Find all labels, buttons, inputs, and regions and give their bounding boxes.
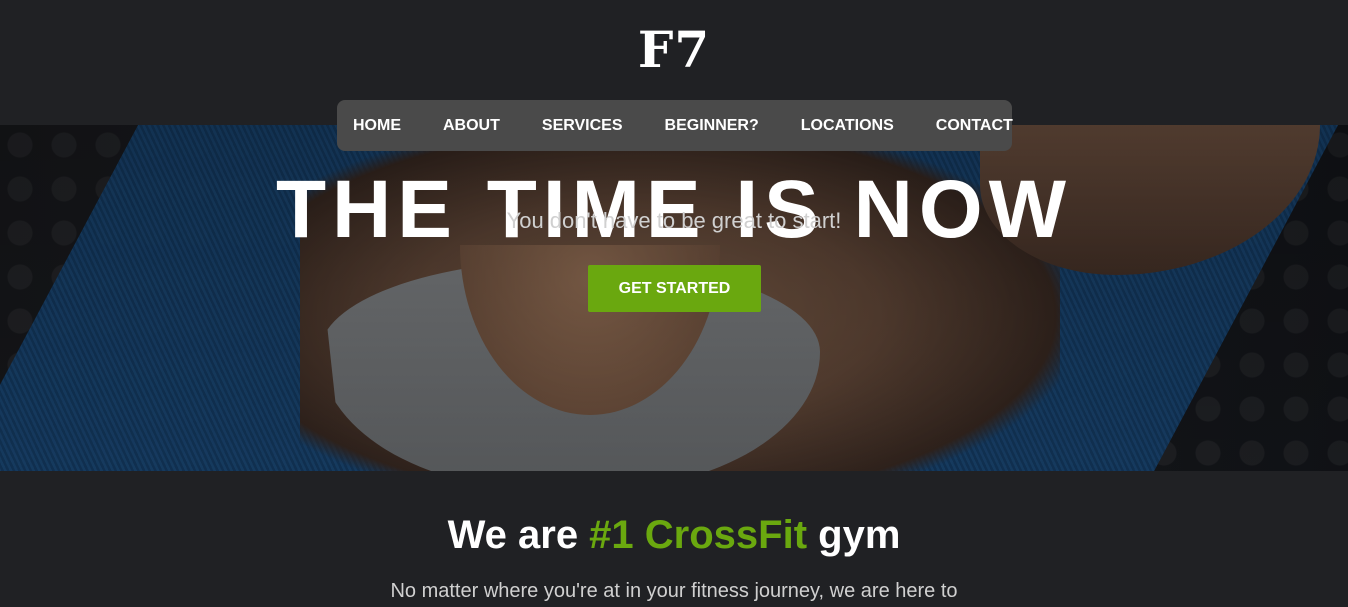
- nav-item-services[interactable]: SERVICES: [542, 117, 623, 135]
- hero-subtitle: You don't have to be great to start!: [506, 208, 842, 233]
- nav-item-locations[interactable]: LOCATIONS: [801, 117, 894, 135]
- site-logo[interactable]: F7: [0, 22, 1348, 78]
- nav-item-about[interactable]: ABOUT: [443, 117, 500, 135]
- intro-text: No matter where you're at in your fitnes…: [390, 580, 958, 602]
- intro-heading-prefix: We are: [447, 513, 590, 557]
- nav-item-home[interactable]: HOME: [353, 117, 401, 135]
- nav-item-contact[interactable]: CONTACT: [936, 117, 1013, 135]
- intro-heading-highlight: #1 CrossFit: [589, 513, 808, 557]
- get-started-button[interactable]: GET STARTED: [588, 265, 761, 312]
- hero-section: THE TIME IS NOW You don't have to be gre…: [0, 125, 1348, 471]
- main-nav: HOME ABOUT SERVICES BEGINNER? LOCATIONS …: [337, 100, 1013, 151]
- intro-heading: We are #1 CrossFit gym: [0, 513, 1348, 558]
- nav-item-beginner[interactable]: BEGINNER?: [665, 117, 759, 135]
- intro-heading-suffix: gym: [807, 513, 901, 557]
- intro-section: We are #1 CrossFit gym No matter where y…: [0, 471, 1348, 607]
